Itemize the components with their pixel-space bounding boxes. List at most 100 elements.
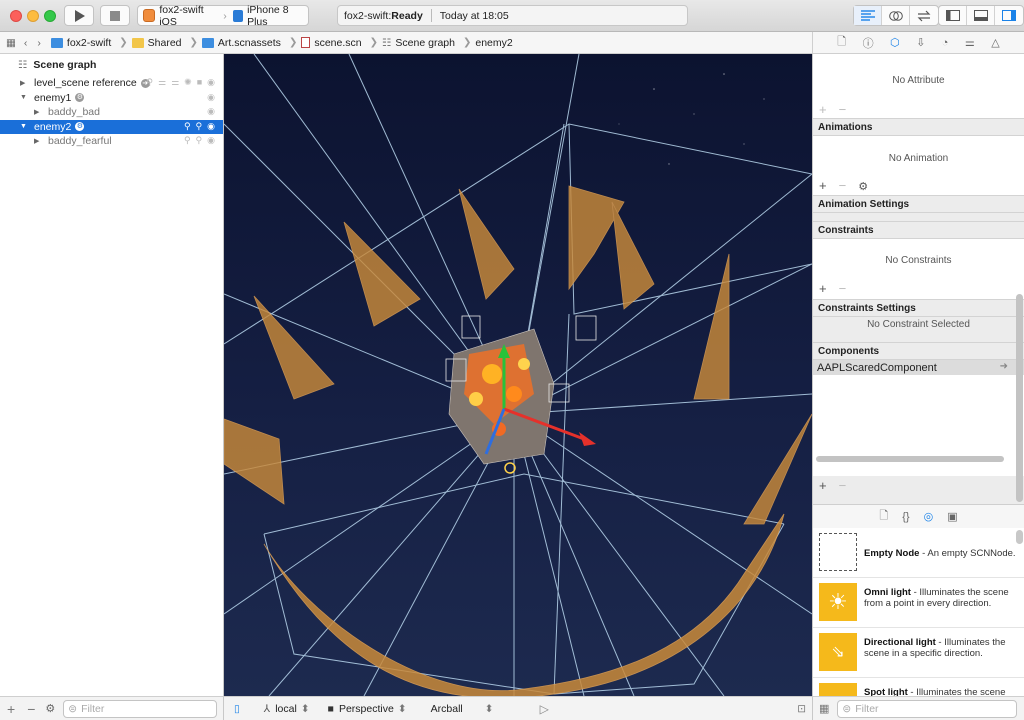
components-header: Components [813,342,1024,360]
library-filter-field[interactable]: ⊜ Filter [837,699,1018,718]
object-library-icon[interactable]: ◎ [924,510,934,523]
disclosure-triangle-icon[interactable]: ▼ [20,94,30,101]
add-constraint-button[interactable]: + [819,281,827,296]
directional-light-icon: ⇘ [819,633,857,671]
disclosure-triangle-icon[interactable]: ▶ [34,108,44,116]
library-item-spot-light[interactable]: ▼ Spot light - Illuminates the scene [813,678,1024,696]
add-node-button[interactable]: + [7,701,15,717]
standard-editor-button[interactable] [854,6,882,25]
filter-placeholder: Filter [81,702,105,715]
run-button[interactable] [64,5,94,26]
library-item-omni-light[interactable]: ☀ Omni light - Illuminates the scene fro… [813,578,1024,628]
camera-selector[interactable]: ■ Perspective ⬍ [328,703,407,715]
zoom-window-button[interactable] [44,10,56,22]
animation-settings-section [813,213,1024,221]
constraints-header: Constraints [813,221,1024,239]
filter-icon: ⊜ [842,702,852,715]
grid-view-icon[interactable]: ▦ [819,702,829,715]
add-animation-button[interactable]: + [819,178,827,193]
disclosure-triangle-icon[interactable]: ▼ [20,123,30,130]
constraints-settings-section: No Constraint Selected [813,317,1024,342]
minimize-window-button[interactable] [27,10,39,22]
horizontal-scrollbar[interactable] [816,456,1004,462]
node-inspector-icon[interactable]: ⬡ [890,36,900,49]
stop-button[interactable] [100,5,130,26]
navigation-selector[interactable]: Arcball ⬍ [425,703,494,715]
file-inspector-icon[interactable]: 🗋 [837,33,846,52]
gear-icon[interactable]: ⚙ [45,702,55,715]
folder-icon [131,37,144,48]
physics-inspector-icon[interactable]: ⚌ [965,36,975,49]
gear-icon[interactable]: ⚙ [858,178,868,193]
outline-footer: + − ⚙ ⊜ Filter [0,696,224,720]
forward-chevron-icon[interactable]: › [37,37,41,49]
left-panel-icon [945,10,960,21]
disclosure-triangle-icon[interactable]: ▶ [34,137,44,145]
add-attribute-button[interactable]: + [819,102,827,117]
component-row[interactable]: AAPLScaredComponent ➜ [813,360,1024,375]
attributes-empty-label: No Attribute [892,75,945,86]
version-editor-button[interactable] [910,6,938,25]
help-inspector-icon[interactable]: ⓘ [863,35,874,51]
toggle-navigator-button[interactable] [939,6,967,25]
outline-row-enemy1[interactable]: ▼ enemy1 ⚙ ◉ [0,91,223,106]
related-items-icon[interactable]: ▦ [6,37,16,49]
library-item-desc: - An empty SCNNode. [919,548,1016,559]
outline-filter-field[interactable]: ⊜ Filter [63,699,218,718]
assistant-editor-button[interactable] [882,6,910,25]
disclosure-triangle-icon[interactable]: ▶ [20,79,30,87]
remove-attribute-button[interactable]: − [839,102,847,117]
attributes-inspector-icon[interactable]: ⇩ [916,36,925,49]
jumpbar-item-scene-graph[interactable]: ☷ Scene graph [382,37,455,49]
library-scrollbar[interactable] [1016,530,1023,544]
editor-mode-control [853,5,939,26]
jumpbar-item-scene-file[interactable]: scene.scn [301,37,362,49]
media-library-icon[interactable]: ▣ [947,510,957,523]
device-icon [232,9,244,22]
library-item-name: Spot light [864,687,908,696]
outline-row-level-scene-reference[interactable]: ▶ level_scene reference ➜ ⚲ ⚌ ⚌ ✺ ■ ◉ [0,76,223,91]
file-template-library-icon[interactable]: 🗋 [879,507,888,526]
add-component-button[interactable]: + [819,478,827,493]
row-status-icons: ◉ [207,91,215,102]
outline-row-enemy2[interactable]: ▼ enemy2 ⚙ ⚲ ⚲ ◉ [0,119,223,134]
back-chevron-icon[interactable]: ‹ [24,37,28,49]
updown-chevron-icon: ⬍ [300,702,310,715]
scene-inspector-icon[interactable]: △ [991,36,999,49]
remove-animation-button[interactable]: − [839,178,847,193]
remove-node-button[interactable]: − [27,701,35,717]
jumpbar-item-enemy2[interactable]: enemy2 [475,37,512,49]
axis-icon: ⅄ [263,702,271,715]
components-section: AAPLScaredComponent ➜ [813,360,1024,476]
jumpbar-item-scnassets[interactable]: Art.scnassets [201,37,281,49]
jumpbar-item-project[interactable]: fox2-swift [50,37,111,49]
material-inspector-icon[interactable]: ◔ [942,37,949,49]
remove-constraint-button[interactable]: − [839,281,847,296]
outline-row-label: baddy_fearful [48,135,112,148]
close-window-button[interactable] [10,10,22,22]
scene-overlay-icon[interactable]: ⊡ [797,703,806,715]
toggle-debug-area-button[interactable] [967,6,995,25]
filter-placeholder: Filter [855,702,879,715]
sun-icon: ☀ [819,583,857,621]
library-item-directional-light[interactable]: ⇘ Directional light - Illuminates the sc… [813,628,1024,678]
scheme-selector[interactable]: fox2-swift iOS › iPhone 8 Plus [137,4,309,28]
outline-row-baddy-bad[interactable]: ▶ baddy_bad ◉ [0,105,223,120]
toggle-inspector-button[interactable] [995,6,1023,25]
toggle-outline-button[interactable]: ▯ [234,703,240,715]
scene-viewport[interactable] [224,54,812,696]
jump-bar: ▦ ‹ › fox2-swift ❯ Shared ❯ Art.scnasset… [0,32,812,54]
code-snippet-library-icon[interactable]: {} [902,511,909,523]
play-scene-icon[interactable]: ▷ [540,702,549,716]
space-selector[interactable]: ⅄ local ⬍ [264,703,310,715]
camera-label: Perspective [338,702,394,715]
library-item-empty-node[interactable]: Empty Node - An empty SCNNode. [813,528,1024,578]
scene-graph-icon: ☷ [382,36,392,49]
remove-component-button[interactable]: − [839,478,847,493]
inspector-scrollbar[interactable] [1016,294,1023,502]
jumpbar-item-shared[interactable]: Shared [131,37,182,49]
outline-row-baddy-fearful[interactable]: ▶ baddy_fearful ⚲ ⚲ ◉ [0,134,223,149]
project-icon [50,37,63,48]
outline-row-label: enemy2 [34,120,72,133]
go-arrow-icon[interactable]: ➜ [1000,361,1008,372]
